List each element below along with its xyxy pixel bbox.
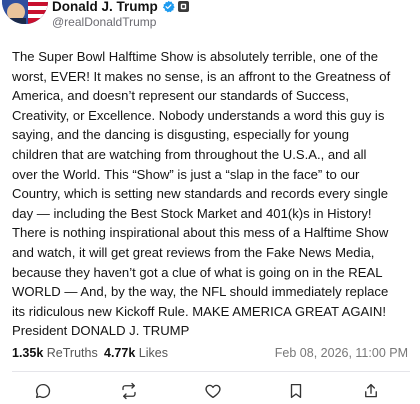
avatar[interactable] — [2, 0, 48, 24]
like-button[interactable] — [202, 380, 224, 402]
share-icon — [362, 382, 380, 400]
post-text-line: saying, and the dancing is disgusting, e… — [12, 127, 350, 143]
post-text-line: day — including the Best Stock Market an… — [12, 205, 372, 221]
reply-button[interactable] — [32, 380, 54, 402]
retruths-label: ReTruths — [46, 346, 98, 360]
post-stats: 1.35k ReTruths 4.77k Likes Feb 08, 2026,… — [12, 346, 410, 364]
post-text-line: The Super Bowl Halftime Show is absolute… — [12, 49, 379, 64]
post-body: The Super Bowl Halftime Show is absolute… — [12, 47, 414, 341]
author-info: Donald J. Trump @realDonaldTrump — [52, 0, 189, 34]
reply-icon — [34, 382, 52, 400]
post-text-line: worst, EVER! It makes no sense, is an af… — [12, 68, 391, 84]
post-text-line: its ridiculous new Kickoff Rule. MAKE AM… — [12, 303, 387, 319]
action-bar — [0, 380, 420, 404]
author-name-row: Donald J. Trump — [52, 0, 189, 14]
retruths-stat[interactable]: 1.35k ReTruths — [12, 346, 98, 360]
post-text-line: America, and doesn’t represent our stand… — [12, 88, 349, 104]
likes-stat[interactable]: 4.77k Likes — [104, 346, 168, 360]
post-text-line: children that are watching from througho… — [12, 146, 367, 162]
divider — [12, 371, 410, 372]
post: Donald J. Trump @realDonaldTrump The Sup… — [0, 0, 420, 404]
likes-label: Likes — [138, 346, 168, 360]
post-text-line: There is nothing inspirational about thi… — [12, 225, 389, 241]
post-text-line: WORLD — And, by the way, the NFL should … — [12, 284, 389, 300]
post-text-line: because they haven’t got a clue of what … — [12, 264, 383, 280]
org-badge-icon — [177, 0, 189, 12]
post-text-line: Creativity, or Excellence. Nobody unders… — [12, 107, 385, 123]
post-timestamp[interactable]: Feb 08, 2026, 11:00 PM — [275, 346, 408, 360]
post-text-line: and watch, it will get great reviews fro… — [12, 244, 375, 260]
heart-icon — [204, 382, 222, 400]
bookmark-icon — [287, 382, 305, 400]
share-button[interactable] — [360, 380, 382, 402]
bookmark-button[interactable] — [285, 380, 307, 402]
author-handle[interactable]: @realDonaldTrump — [52, 15, 189, 29]
likes-count: 4.77k — [104, 346, 136, 360]
post-text-line: President DONALD J. TRUMP — [12, 323, 190, 339]
retruth-button[interactable] — [118, 380, 140, 402]
post-text-line: over the World. This “Show” is just a “s… — [12, 166, 360, 182]
post-text-line: Country, which is setting new standards … — [12, 186, 389, 202]
retruths-count: 1.35k — [12, 346, 44, 360]
author-display-name[interactable]: Donald J. Trump — [52, 0, 158, 14]
verified-badge-icon — [162, 0, 175, 13]
retruth-icon — [120, 382, 138, 400]
